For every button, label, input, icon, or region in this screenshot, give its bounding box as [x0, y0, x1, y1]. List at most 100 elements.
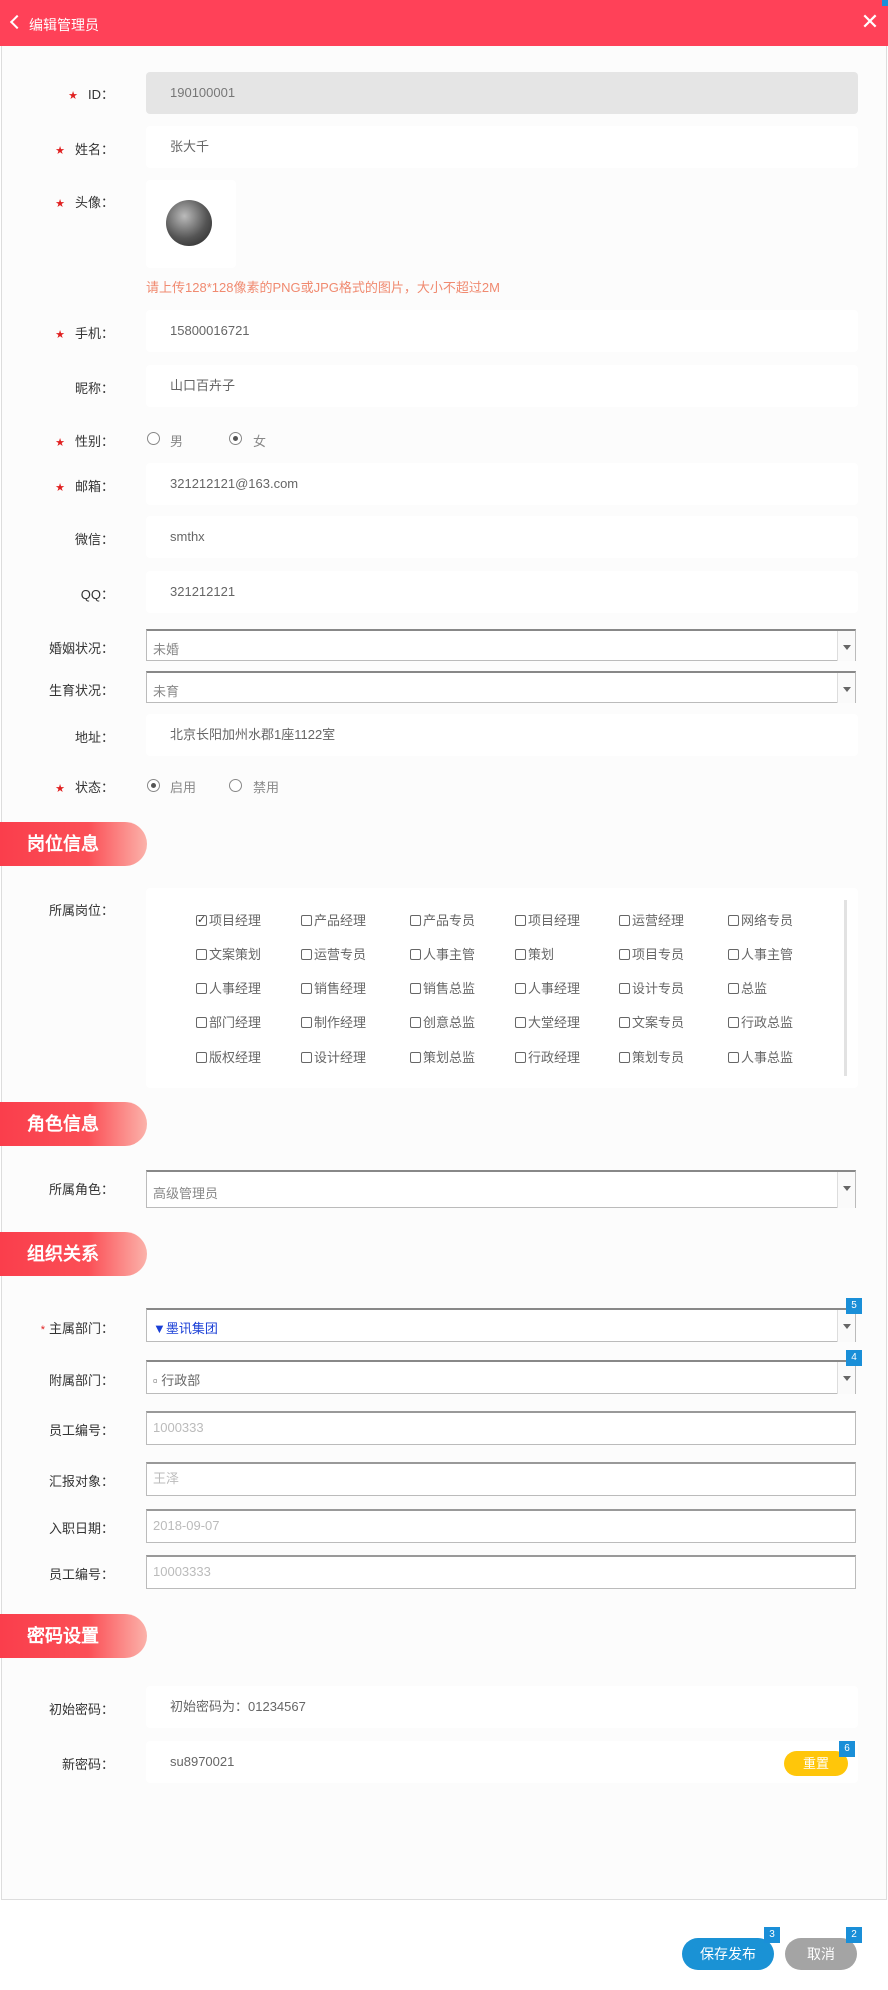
phone-input[interactable]: 15800016721 [146, 310, 858, 352]
position-checkbox[interactable]: 人事经理 [515, 978, 580, 997]
save-publish-button[interactable]: 保存发布 [682, 1938, 774, 1970]
position-checkbox[interactable]: 产品专员 [410, 910, 475, 929]
emp-no2-input[interactable]: 10003333 [146, 1555, 856, 1589]
position-checkbox[interactable]: 设计经理 [301, 1047, 366, 1066]
checkbox-icon[interactable] [196, 1052, 207, 1063]
checkbox-icon[interactable] [619, 915, 630, 926]
position-checkbox[interactable]: 人事总监 [728, 1047, 793, 1066]
checkbox-icon[interactable] [196, 949, 207, 960]
chevron-down-icon[interactable] [837, 1362, 855, 1394]
checkbox-icon[interactable] [515, 1017, 526, 1028]
checkbox-icon[interactable] [728, 1052, 739, 1063]
position-checkbox[interactable]: 销售总监 [410, 978, 475, 997]
position-checkbox[interactable]: 网络专员 [728, 910, 793, 929]
position-checkbox[interactable]: 策划专员 [619, 1047, 684, 1066]
position-checkbox[interactable]: 策划总监 [410, 1047, 475, 1066]
position-checkbox[interactable]: 文案策划 [196, 944, 261, 963]
checkbox-icon[interactable] [301, 1017, 312, 1028]
position-checkbox[interactable]: 行政总监 [728, 1012, 793, 1031]
checkbox-icon[interactable] [515, 983, 526, 994]
email-input[interactable]: 321212121@163.com [146, 463, 858, 505]
checkbox-icon[interactable] [515, 1052, 526, 1063]
position-checkbox[interactable]: 人事主管 [410, 944, 475, 963]
position-checkbox[interactable]: 运营经理 [619, 910, 684, 929]
scrollbar[interactable] [844, 900, 847, 1076]
close-icon[interactable]: ✕ [860, 11, 880, 33]
checkbox-icon[interactable] [196, 913, 207, 926]
position-checkbox[interactable]: 人事经理 [196, 978, 261, 997]
status-off-radio[interactable] [229, 779, 242, 792]
report-input[interactable]: 王泽 [146, 1462, 856, 1496]
checkbox-icon[interactable] [619, 983, 630, 994]
checkbox-icon[interactable] [619, 949, 630, 960]
checkbox-icon[interactable] [515, 915, 526, 926]
wechat-input[interactable]: smthx [146, 516, 858, 558]
dept-select[interactable]: ▼墨讯集团 [146, 1308, 856, 1342]
position-checkbox-label: 网络专员 [741, 913, 794, 928]
checkbox-icon[interactable] [728, 1017, 739, 1028]
emp-no-input[interactable]: 1000333 [146, 1411, 856, 1445]
position-checkbox[interactable]: 总监 [728, 978, 767, 997]
checkbox-icon[interactable] [410, 1052, 421, 1063]
checkbox-icon[interactable] [515, 949, 526, 960]
name-label: ★ 姓名： [55, 142, 114, 157]
checkbox-icon[interactable] [301, 915, 312, 926]
position-checkbox[interactable]: 文案专员 [619, 1012, 684, 1031]
status-on-radio[interactable] [147, 779, 160, 792]
position-checkbox[interactable]: 项目经理 [196, 910, 261, 929]
position-checkbox-label: 运营经理 [632, 913, 685, 928]
checkbox-icon[interactable] [728, 983, 739, 994]
position-checkbox-list: 项目经理 产品经理 产品专员 项目经理 运营经理 网络专员文案策划 运营专员 人事主管 策划 项目… [146, 888, 858, 1088]
marriage-select[interactable]: 未婚 [146, 629, 856, 661]
checkbox-icon[interactable] [410, 1017, 421, 1028]
checkbox-icon[interactable] [728, 949, 739, 960]
position-checkbox[interactable]: 版权经理 [196, 1047, 261, 1066]
position-checkbox[interactable]: 销售经理 [301, 978, 366, 997]
chevron-down-icon[interactable] [837, 1172, 855, 1208]
position-checkbox[interactable]: 创意总监 [410, 1012, 475, 1031]
position-checkbox[interactable]: 策划 [515, 944, 554, 963]
position-checkbox[interactable]: 人事主管 [728, 944, 793, 963]
position-checkbox[interactable]: 项目专员 [619, 944, 684, 963]
checkbox-icon[interactable] [196, 983, 207, 994]
position-checkbox[interactable]: 部门经理 [196, 1012, 261, 1031]
avatar-upload[interactable] [146, 180, 236, 268]
checkbox-icon[interactable] [196, 1017, 207, 1028]
checkbox-icon[interactable] [301, 983, 312, 994]
nick-input[interactable]: 山口百卉子 [146, 365, 858, 407]
position-checkbox[interactable]: 行政经理 [515, 1047, 580, 1066]
checkbox-icon[interactable] [301, 1052, 312, 1063]
address-input[interactable]: 北京长阳加州水郡1座1122室 [146, 714, 858, 756]
position-checkbox[interactable]: 产品经理 [301, 910, 366, 929]
position-checkbox[interactable]: 大堂经理 [515, 1012, 580, 1031]
qq-input[interactable]: 321212121 [146, 571, 858, 613]
name-input[interactable]: 张大千 [146, 126, 858, 168]
back-icon[interactable] [8, 14, 24, 32]
checkbox-icon[interactable] [301, 949, 312, 960]
checkbox-icon[interactable] [410, 983, 421, 994]
position-checkbox-label: 运营专员 [314, 947, 367, 962]
avatar-hint: 请上传128*128像素的PNG或JPG格式的图片，大小不超过2M [146, 280, 500, 295]
gender-male-radio[interactable] [147, 432, 160, 445]
position-checkbox[interactable]: 运营专员 [301, 944, 366, 963]
new-password-input[interactable]: su8970021 [146, 1741, 858, 1783]
checkbox-icon[interactable] [728, 915, 739, 926]
chevron-down-icon[interactable] [837, 631, 855, 661]
gender-female-radio[interactable] [229, 432, 242, 445]
birth-select[interactable]: 未育 [146, 671, 856, 703]
position-checkbox-label: 产品经理 [314, 913, 367, 928]
position-checkbox[interactable]: 制作经理 [301, 1012, 366, 1031]
chevron-down-icon[interactable] [837, 673, 855, 703]
checkbox-icon[interactable] [410, 915, 421, 926]
checkbox-icon[interactable] [619, 1052, 630, 1063]
wechat-label: 微信： [74, 532, 114, 547]
join-date-input[interactable]: 2018-09-07 [146, 1509, 856, 1543]
sub-dept-select[interactable]: ▫ 行政部 [146, 1360, 856, 1394]
position-checkbox[interactable]: 设计专员 [619, 978, 684, 997]
checkbox-icon[interactable] [410, 949, 421, 960]
position-checkbox-label: 总监 [741, 981, 768, 996]
role-select[interactable]: 高级管理员 [146, 1170, 856, 1208]
chevron-down-icon[interactable] [837, 1310, 855, 1342]
checkbox-icon[interactable] [619, 1017, 630, 1028]
position-checkbox[interactable]: 项目经理 [515, 910, 580, 929]
